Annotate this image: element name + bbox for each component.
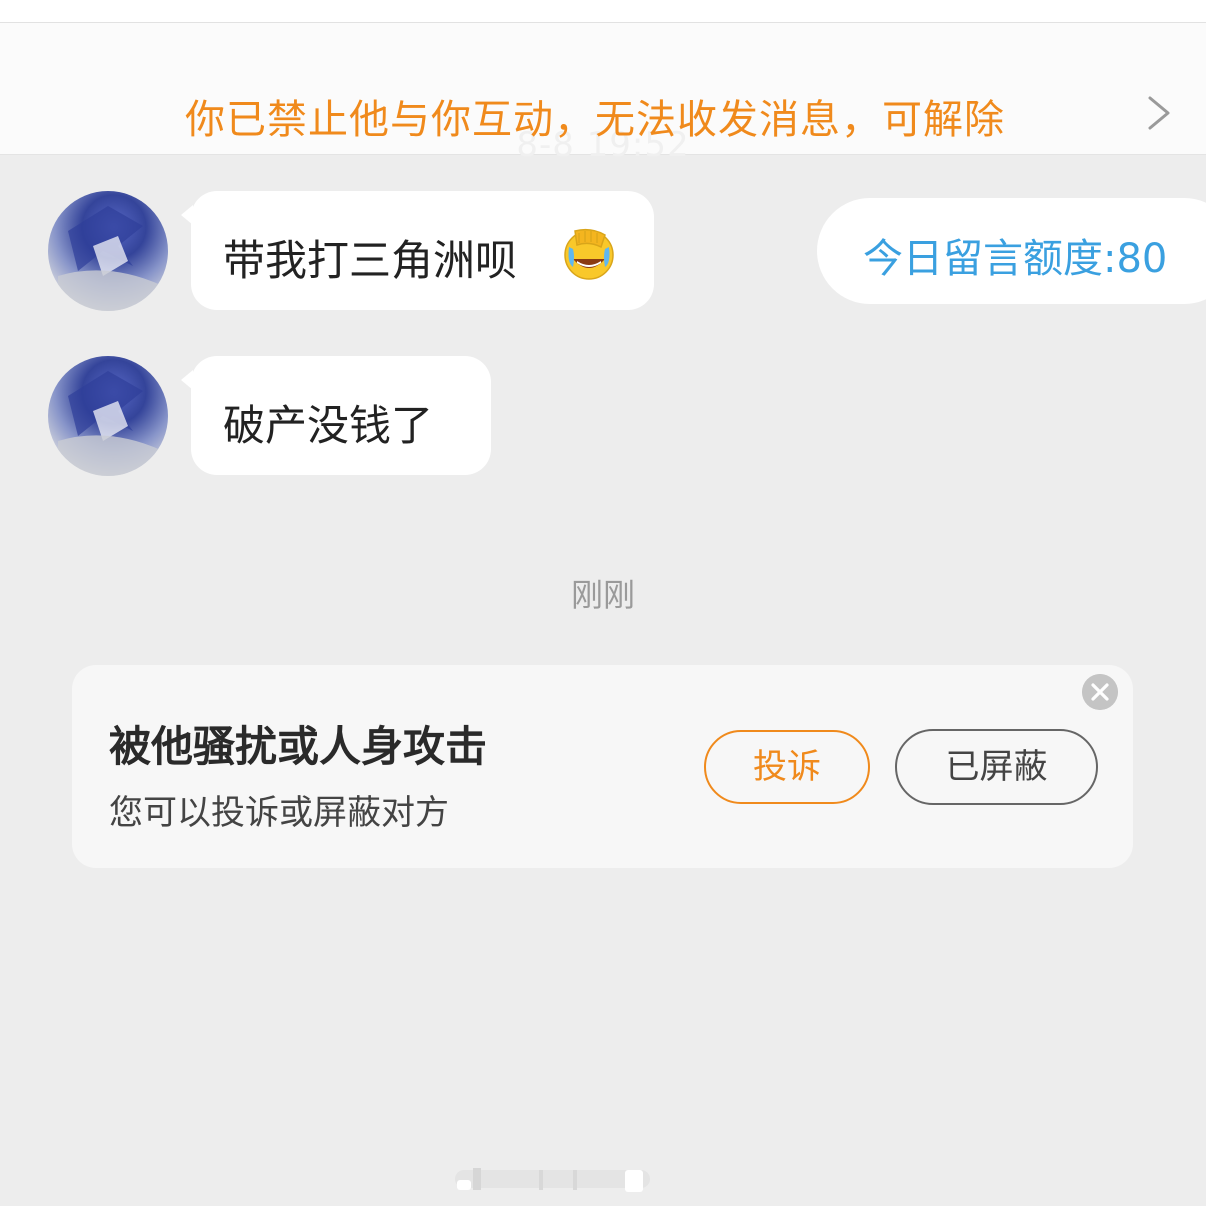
ban-notice-text: 你已禁止他与你互动，无法收发消息，可解除 [185,97,1005,143]
card-subtitle: 您可以投诉或屏蔽对方 [109,793,449,833]
laughing-crying-facepalm-emoji-icon [564,228,614,280]
harassment-report-card: 被他骚扰或人身攻击 您可以投诉或屏蔽对方 投诉 已屏蔽 [72,665,1133,868]
avatar[interactable] [48,191,168,311]
avatar[interactable] [48,356,168,476]
status-bar-edge [0,0,1206,23]
message-timestamp: 刚刚 [570,576,635,614]
message-bubble[interactable]: 破产没钱了 [181,356,491,475]
close-icon[interactable] [1082,674,1118,710]
ban-notice-banner[interactable]: 8-8 19:52 你已禁止他与你互动，无法收发消息，可解除 [0,23,1206,165]
home-indicator [455,1168,650,1192]
report-button[interactable]: 投诉 [704,730,870,804]
chevron-right-icon[interactable] [1144,95,1174,131]
blocked-button[interactable]: 已屏蔽 [895,729,1098,805]
daily-message-quota: 今日留言额度:80 [817,198,1206,304]
message-bubble[interactable]: 带我打三角洲呗 [181,191,654,310]
card-title: 被他骚扰或人身攻击 [109,722,488,771]
quota-text: 今日留言额度:80 [863,236,1168,282]
message-text: 破产没钱了 [223,401,434,450]
message-text: 带我打三角洲呗 [223,236,518,285]
